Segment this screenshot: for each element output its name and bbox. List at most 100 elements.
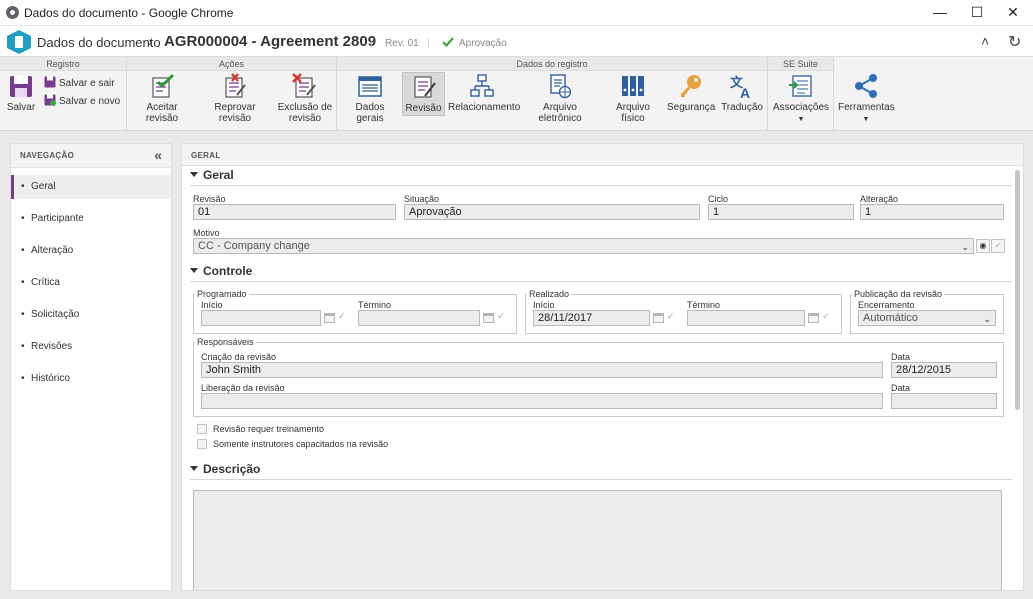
calendar-icon[interactable]	[653, 313, 664, 323]
delete-revision-button[interactable]: Exclusão de revisão	[277, 73, 333, 124]
nav-item-label: Crítica	[31, 277, 60, 288]
performed-fieldset: Realizado Início 28/11/2017 ✓ Término ✓	[525, 289, 842, 334]
ribbon-group-registro: Registro Salvar Salvar e sair Salvar e n…	[0, 57, 127, 131]
app-logo-icon	[7, 30, 31, 54]
nav-item-critica[interactable]: • Crítica	[11, 271, 171, 295]
revision-field[interactable]: 01	[193, 204, 396, 220]
vertical-scrollbar[interactable]	[1014, 168, 1022, 590]
scrollbar-thumb[interactable]	[1015, 170, 1020, 410]
clear-date-icon[interactable]: ✓	[497, 311, 505, 322]
app-header: Dados do documento › AGR000004 - Agreeme…	[0, 27, 1033, 57]
check-icon	[442, 37, 454, 48]
section-header-geral[interactable]: Geral	[190, 168, 1012, 186]
reject-revision-button[interactable]: Reprovar revisão	[199, 73, 271, 124]
closing-select[interactable]: Automático ⌄	[858, 310, 996, 326]
ribbon-toolbar: Registro Salvar Salvar e sair Salvar e n…	[0, 57, 1033, 131]
accept-revision-button[interactable]: Aceitar revisão	[131, 73, 193, 124]
translation-button[interactable]: 文 A Tradução	[719, 73, 765, 113]
close-icon[interactable]: ✕	[995, 0, 1031, 26]
associations-button[interactable]: Associações ▼	[772, 73, 830, 125]
publication-fieldset: Publicação da revisão Encerramento Autom…	[850, 289, 1004, 334]
relationship-label: Relacionamento	[448, 102, 521, 113]
release-date-label: Data	[891, 383, 911, 393]
general-data-button[interactable]: Dados gerais	[342, 73, 398, 124]
release-label: Liberação da revisão	[201, 383, 285, 393]
nav-item-solicitacao[interactable]: • Solicitação	[11, 303, 171, 327]
revision-label: Revisão	[405, 103, 442, 114]
tools-button[interactable]: Ferramentas ▼	[838, 73, 895, 125]
collapse-up-icon[interactable]: ˄	[981, 33, 989, 49]
cycle-field[interactable]: 1	[708, 204, 854, 220]
security-button[interactable]: Segurança	[667, 73, 715, 113]
refresh-icon[interactable]: ↻	[1008, 32, 1021, 52]
save-button[interactable]: Salvar	[4, 73, 38, 113]
release-field[interactable]	[201, 393, 883, 409]
header-separator: |	[427, 38, 430, 49]
scheduled-fieldset: Programado Início ✓ Término ✓	[193, 289, 517, 334]
instructors-checkbox-label: Somente instrutores capacitados na revis…	[213, 439, 389, 449]
save-and-exit-button[interactable]: Salvar e sair	[44, 76, 115, 89]
save-and-new-label: Salvar e novo	[59, 96, 121, 107]
situation-field[interactable]: Aprovação	[404, 204, 700, 220]
responsible-fieldset: Responsáveis Criação da revisão John Smi…	[193, 337, 1004, 417]
performed-end-field[interactable]	[687, 310, 805, 326]
chrome-icon	[6, 6, 19, 19]
associations-icon	[789, 75, 812, 97]
associations-label: Associações	[772, 102, 830, 113]
training-checkbox-label: Revisão requer treinamento	[213, 424, 325, 434]
binoculars-icon[interactable]: ◉	[976, 239, 990, 253]
performed-start-label: Início	[533, 300, 555, 310]
responsible-legend: Responsáveis	[195, 337, 256, 347]
training-checkbox[interactable]	[197, 424, 207, 434]
revision-button[interactable]: Revisão	[402, 72, 445, 116]
clear-date-icon[interactable]: ✓	[667, 311, 675, 322]
group-title: Dados do registro	[337, 57, 767, 71]
minimize-icon[interactable]: —	[922, 0, 958, 26]
maximize-icon[interactable]: ☐	[959, 0, 995, 26]
creation-date-field[interactable]: 28/12/2015	[891, 362, 997, 378]
breadcrumb-root[interactable]: Dados do documento	[37, 35, 161, 50]
nav-item-historico[interactable]: • Histórico	[11, 367, 171, 391]
nav-item-alteracao[interactable]: • Alteração	[11, 239, 171, 263]
relationship-button[interactable]: Relacionamento	[448, 73, 520, 113]
general-data-label: Dados gerais	[355, 102, 385, 124]
scheduled-end-field[interactable]	[358, 310, 480, 326]
collapse-arrow-icon	[190, 172, 198, 177]
share-icon	[855, 74, 877, 98]
calendar-icon[interactable]	[808, 313, 819, 323]
calendar-icon[interactable]	[324, 313, 335, 323]
physical-file-button[interactable]: Arquivo físico	[603, 73, 663, 124]
clear-eraser-icon[interactable]: ✓	[991, 239, 1005, 253]
translation-label: Tradução	[721, 102, 763, 113]
calendar-icon[interactable]	[483, 313, 494, 323]
reject-document-icon	[225, 73, 246, 98]
publication-legend: Publicação da revisão	[852, 289, 945, 299]
save-and-new-button[interactable]: Salvar e novo	[44, 94, 120, 107]
reject-revision-label: Reprovar revisão	[214, 102, 256, 124]
section-header-descricao[interactable]: Descrição	[190, 462, 1012, 480]
header-separator: |	[370, 38, 373, 49]
nav-item-revisoes[interactable]: • Revisões	[11, 335, 171, 359]
performed-start-field[interactable]: 28/11/2017	[533, 310, 650, 326]
scheduled-end-label: Término	[358, 300, 392, 310]
reason-select[interactable]: CC - Company change ⌄	[193, 238, 974, 254]
nav-item-label: Participante	[31, 213, 84, 224]
clear-date-icon[interactable]: ✓	[822, 311, 830, 322]
collapse-left-icon[interactable]: «	[154, 147, 162, 163]
electronic-file-button[interactable]: Arquivo eletrônico	[522, 73, 598, 124]
clear-date-icon[interactable]: ✓	[338, 311, 346, 322]
scheduled-start-field[interactable]	[201, 310, 321, 326]
section-header-controle[interactable]: Controle	[190, 264, 1012, 282]
chevron-right-icon: ›	[148, 33, 153, 49]
instructors-checkbox[interactable]	[197, 439, 207, 449]
release-date-field[interactable]	[891, 393, 997, 409]
closing-label: Encerramento	[858, 300, 915, 310]
creation-field[interactable]: John Smith	[201, 362, 883, 378]
navigation-header: NAVEGAÇÃO «	[11, 144, 171, 168]
nav-item-participante[interactable]: • Participante	[11, 207, 171, 231]
nav-item-geral[interactable]: • Geral	[11, 175, 171, 199]
ribbon-group-se-suite: SE Suite Associações ▼	[768, 57, 834, 131]
description-textarea[interactable]	[193, 490, 1002, 590]
change-field[interactable]: 1	[860, 204, 1004, 220]
collapse-arrow-icon	[190, 268, 198, 273]
